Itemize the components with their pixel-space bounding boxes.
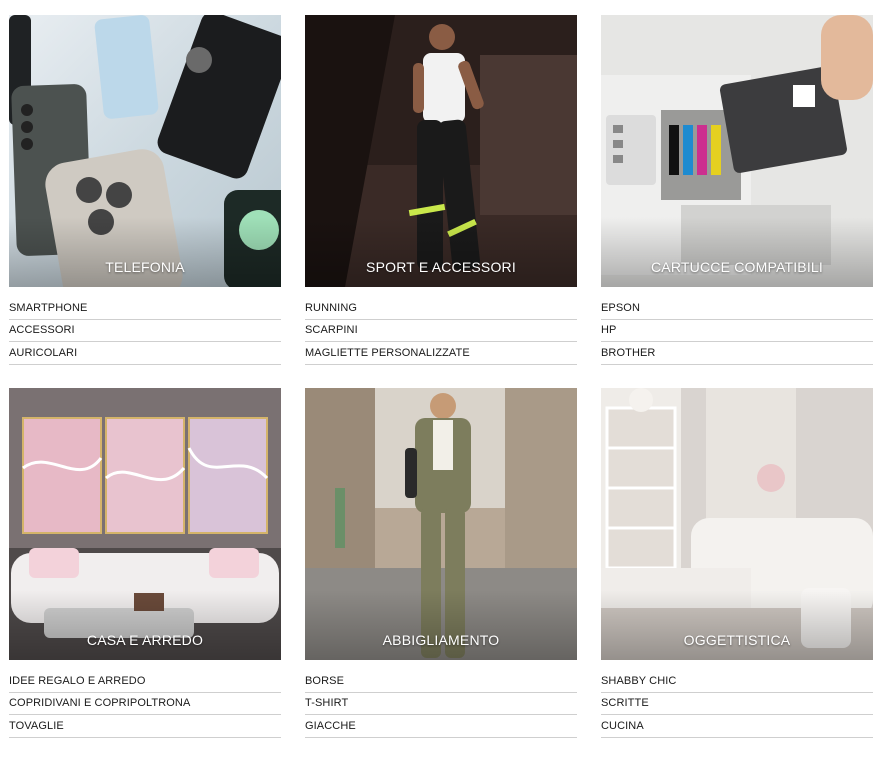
category-tile-telefonia[interactable]: TELEFONIA xyxy=(9,15,281,287)
category-links: BORSE T-SHIRT GIACCHE xyxy=(305,670,577,738)
category-links: EPSON HP BROTHER xyxy=(601,297,873,365)
category-card-telefonia: TELEFONIA SMARTPHONE ACCESSORI AURICOLAR… xyxy=(9,15,281,365)
category-title: ABBIGLIAMENTO xyxy=(382,632,500,648)
category-title: CASA E ARREDO xyxy=(86,632,204,648)
link-cucina[interactable]: CUCINA xyxy=(601,720,644,732)
list-item: T-SHIRT xyxy=(305,693,577,715)
list-item: GIACCHE xyxy=(305,715,577,738)
link-brother[interactable]: BROTHER xyxy=(601,347,655,359)
list-item: BORSE xyxy=(305,670,577,693)
link-smartphone[interactable]: SMARTPHONE xyxy=(9,302,87,314)
link-scarpini[interactable]: SCARPINI xyxy=(305,324,358,336)
link-scritte[interactable]: SCRITTE xyxy=(601,697,649,709)
list-item: ACCESSORI xyxy=(9,320,281,342)
link-running[interactable]: RUNNING xyxy=(305,302,357,314)
tile-overlay xyxy=(9,590,281,660)
tile-overlay xyxy=(601,217,873,287)
link-idee-regalo-e-arredo[interactable]: IDEE REGALO E ARREDO xyxy=(9,675,145,687)
list-item: CUCINA xyxy=(601,715,873,738)
category-card-casa: CASA E ARREDO IDEE REGALO E ARREDO COPRI… xyxy=(9,388,281,738)
tile-overlay xyxy=(305,590,577,660)
category-card-oggettistica: OGGETTISTICA SHABBY CHIC SCRITTE CUCINA xyxy=(601,388,873,738)
category-tile-cartucce[interactable]: CARTUCCE COMPATIBILI xyxy=(601,15,873,287)
tile-overlay xyxy=(305,217,577,287)
list-item: AURICOLARI xyxy=(9,342,281,365)
link-accessori[interactable]: ACCESSORI xyxy=(9,324,75,336)
list-item: SHABBY CHIC xyxy=(601,670,873,693)
category-links: IDEE REGALO E ARREDO COPRIDIVANI E COPRI… xyxy=(9,670,281,738)
category-row: TELEFONIA SMARTPHONE ACCESSORI AURICOLAR… xyxy=(9,15,873,388)
category-card-cartucce: CARTUCCE COMPATIBILI EPSON HP BROTHER xyxy=(601,15,873,365)
link-hp[interactable]: HP xyxy=(601,324,616,336)
category-tile-sport[interactable]: SPORT E ACCESSORI xyxy=(305,15,577,287)
list-item: SCARPINI xyxy=(305,320,577,342)
link-tovaglie[interactable]: TOVAGLIE xyxy=(9,720,64,732)
category-links: SHABBY CHIC SCRITTE CUCINA xyxy=(601,670,873,738)
tile-overlay xyxy=(9,217,281,287)
link-auricolari[interactable]: AURICOLARI xyxy=(9,347,77,359)
category-links: SMARTPHONE ACCESSORI AURICOLARI xyxy=(9,297,281,365)
link-borse[interactable]: BORSE xyxy=(305,675,344,687)
category-card-abbigliamento: ABBIGLIAMENTO BORSE T-SHIRT GIACCHE xyxy=(305,388,577,738)
link-t-shirt[interactable]: T-SHIRT xyxy=(305,697,348,709)
list-item: SMARTPHONE xyxy=(9,297,281,320)
list-item: EPSON xyxy=(601,297,873,320)
category-title: CARTUCCE COMPATIBILI xyxy=(650,259,824,275)
list-item: BROTHER xyxy=(601,342,873,365)
category-title: TELEFONIA xyxy=(105,259,185,275)
list-item: HP xyxy=(601,320,873,342)
list-item: RUNNING xyxy=(305,297,577,320)
list-item: MAGLIETTE PERSONALIZZATE xyxy=(305,342,577,365)
tile-overlay xyxy=(601,590,873,660)
list-item: TOVAGLIE xyxy=(9,715,281,738)
link-epson[interactable]: EPSON xyxy=(601,302,640,314)
category-tile-casa[interactable]: CASA E ARREDO xyxy=(9,388,281,660)
list-item: COPRIDIVANI E COPRIPOLTRONA xyxy=(9,693,281,715)
category-title: SPORT E ACCESSORI xyxy=(366,259,516,275)
link-giacche[interactable]: GIACCHE xyxy=(305,720,356,732)
link-copridivani-e-copripoltrona[interactable]: COPRIDIVANI E COPRIPOLTRONA xyxy=(9,697,190,709)
link-shabby-chic[interactable]: SHABBY CHIC xyxy=(601,675,676,687)
list-item: SCRITTE xyxy=(601,693,873,715)
category-links: RUNNING SCARPINI MAGLIETTE PERSONALIZZAT… xyxy=(305,297,577,365)
list-item: IDEE REGALO E ARREDO xyxy=(9,670,281,693)
category-tile-abbigliamento[interactable]: ABBIGLIAMENTO xyxy=(305,388,577,660)
category-title: OGGETTISTICA xyxy=(683,632,791,648)
category-tile-oggettistica[interactable]: OGGETTISTICA xyxy=(601,388,873,660)
category-grid: TELEFONIA SMARTPHONE ACCESSORI AURICOLAR… xyxy=(9,15,873,761)
link-magliette-personalizzate[interactable]: MAGLIETTE PERSONALIZZATE xyxy=(305,347,470,359)
category-row: CASA E ARREDO IDEE REGALO E ARREDO COPRI… xyxy=(9,388,873,761)
category-card-sport: SPORT E ACCESSORI RUNNING SCARPINI MAGLI… xyxy=(305,15,577,365)
